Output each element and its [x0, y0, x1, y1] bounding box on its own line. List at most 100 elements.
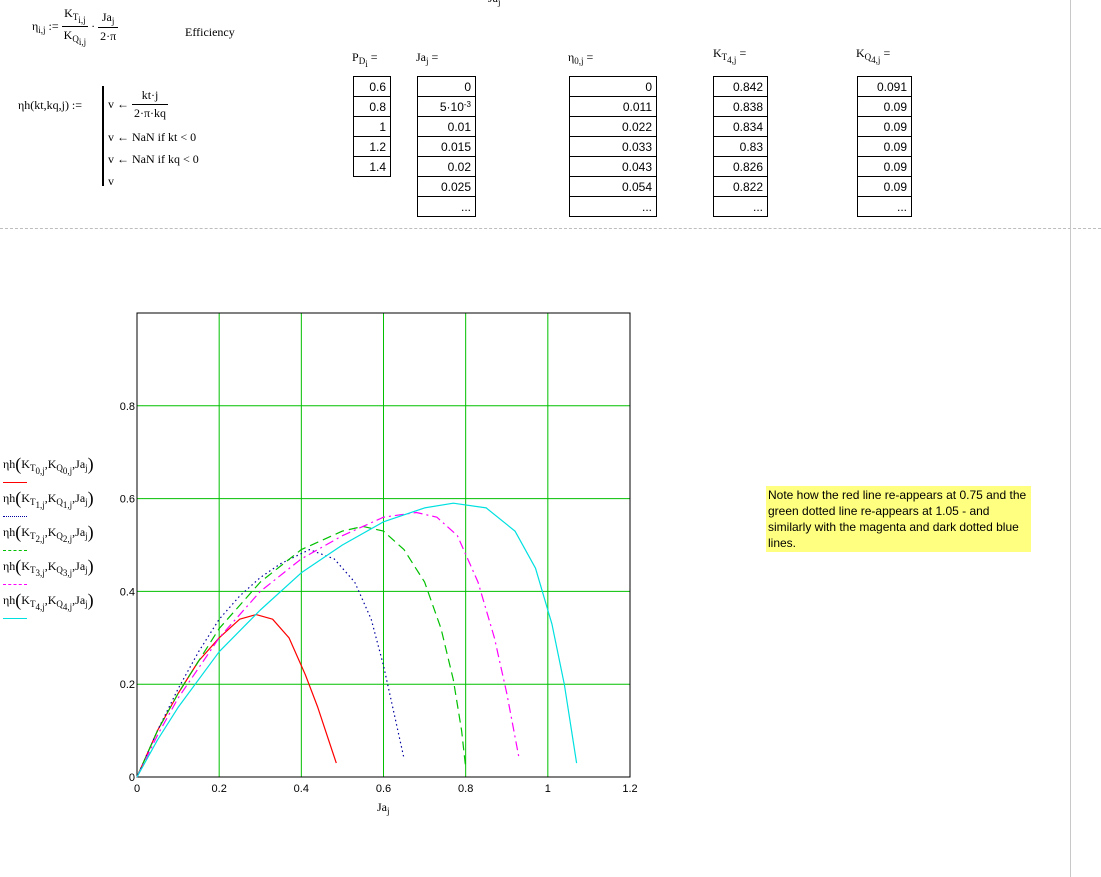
- eta-h-line-1: v ← kt·j 2·π·kq: [108, 88, 169, 120]
- table-row: 0.09: [857, 96, 912, 117]
- table-cell: 1: [353, 116, 391, 137]
- table-cell: 1.4: [353, 156, 391, 177]
- table-row: 0.091: [857, 76, 912, 97]
- legend-entry-0[interactable]: ηh(KT0,j,KQ0,j,Jaj): [3, 454, 94, 476]
- table-cell: 0.09: [857, 96, 912, 117]
- pd-table[interactable]: 0.6 0.8 1 1.2 1.4: [353, 76, 391, 177]
- table-row: 0.02: [417, 156, 476, 177]
- table-cell: 0.015: [417, 136, 476, 157]
- x-tick-label: 1.2: [622, 783, 637, 795]
- table-row: 0.842: [713, 76, 768, 97]
- table-cell: 0: [417, 76, 476, 97]
- table-row: 0: [417, 76, 476, 97]
- table-row: 0.09: [857, 136, 912, 157]
- kq-header: KQ4,j =: [856, 46, 891, 65]
- table-row: 0.033: [569, 136, 657, 157]
- table-cell: ...: [713, 196, 768, 217]
- table-cell: 0.09: [857, 176, 912, 197]
- table-row: 0.8: [353, 96, 391, 117]
- y-tick-label: 0.8: [120, 401, 135, 413]
- top-cut-label: Jaj: [488, 0, 501, 7]
- table-cell: 0.826: [713, 156, 768, 177]
- table-row: 1: [353, 116, 391, 137]
- table-row: 0.834: [713, 116, 768, 137]
- table-row: 5·10-3: [417, 96, 476, 117]
- table-cell: 5·10-3: [417, 96, 476, 117]
- legend-swatch-0: [3, 482, 27, 483]
- y-tick-label: 0.2: [120, 679, 135, 691]
- legend-entry-1[interactable]: ηh(KT1,j,KQ1,j,Jaj): [3, 488, 94, 510]
- table-cell: 0.838: [713, 96, 768, 117]
- y-tick-label: 0: [129, 772, 135, 784]
- series-line-0: [136, 614, 337, 778]
- y-tick-label: 0.4: [120, 586, 135, 598]
- series-line-4: [136, 502, 578, 778]
- table-cell: 1.2: [353, 136, 391, 157]
- table-cell: 0.011: [569, 96, 657, 117]
- table-row: 0.054: [569, 176, 657, 197]
- table-cell: 0.09: [857, 116, 912, 137]
- table-row: 0.025: [417, 176, 476, 197]
- table-row: 0.838: [713, 96, 768, 117]
- kt-table[interactable]: 0.842 0.838 0.834 0.83 0.826 0.822 ...: [713, 76, 768, 217]
- table-row: 0.015: [417, 136, 476, 157]
- table-cell: 0.8: [353, 96, 391, 117]
- legend-swatch-1: [3, 516, 27, 517]
- ja-header: Jaj =: [416, 50, 439, 66]
- table-cell: 0.025: [417, 176, 476, 197]
- note-annotation: Note how the red line re-appears at 0.75…: [766, 486, 1031, 552]
- table-row: 0.09: [857, 156, 912, 177]
- ja-table[interactable]: 0 5·10-3 0.01 0.015 0.02 0.025 ...: [417, 76, 476, 217]
- table-row: 0.09: [857, 116, 912, 137]
- table-cell: 0.043: [569, 156, 657, 177]
- table-row: 0.822: [713, 176, 768, 197]
- table-cell: 0.834: [713, 116, 768, 137]
- table-cell: 0.022: [569, 116, 657, 137]
- table-cell: 0.842: [713, 76, 768, 97]
- table-row: 0.01: [417, 116, 476, 137]
- table-cell: 0.09: [857, 136, 912, 157]
- table-cell: 0.09: [857, 156, 912, 177]
- table-cell: 0: [569, 76, 657, 97]
- chart-grid: [137, 313, 630, 777]
- table-cell: ...: [417, 196, 476, 217]
- table-cell: 0.054: [569, 176, 657, 197]
- efficiency-definition[interactable]: ηi,j := KTi,j KQi,j · Jaj 2·π: [32, 6, 119, 47]
- table-cell: 0.6: [353, 76, 391, 97]
- legend-swatch-2: [3, 550, 27, 551]
- table-row: ...: [713, 196, 768, 217]
- table-cell: ...: [857, 196, 912, 217]
- legend-entry-4[interactable]: ηh(KT4,j,KQ4,j,Jaj): [3, 590, 94, 612]
- x-tick-label: 0: [134, 783, 140, 795]
- legend-entry-3[interactable]: ηh(KT3,j,KQ3,j,Jaj): [3, 556, 94, 578]
- table-row: 0.011: [569, 96, 657, 117]
- x-tick-label: 1: [545, 783, 551, 795]
- x-tick-labels: 0 0.2 0.4 0.6 0.8 1 1.2: [134, 783, 638, 795]
- eta-h-function-lhs[interactable]: ηh(kt,kq,j) :=: [18, 98, 82, 113]
- x-tick-label: 0.6: [376, 783, 391, 795]
- eta-h-line-2: v ← NaN if kt < 0: [108, 130, 197, 144]
- program-bar: [102, 86, 104, 186]
- legend-swatch-4: [3, 618, 27, 619]
- legend-swatch-3: [3, 584, 27, 585]
- table-cell: 0.02: [417, 156, 476, 177]
- table-row: ...: [417, 196, 476, 217]
- legend-entry-2[interactable]: ηh(KT2,j,KQ2,j,Jaj): [3, 522, 94, 544]
- y-tick-labels: 0 0.2 0.4 0.6 0.8: [120, 401, 135, 784]
- table-row: 0: [569, 76, 657, 97]
- kq-table[interactable]: 0.091 0.09 0.09 0.09 0.09 0.09 ...: [857, 76, 912, 217]
- table-cell: 0.822: [713, 176, 768, 197]
- region-separator: [0, 228, 1101, 229]
- x-tick-label: 0.4: [294, 783, 309, 795]
- table-row: ...: [857, 196, 912, 217]
- x-tick-label: 0.8: [458, 783, 473, 795]
- table-row: 1.4: [353, 156, 391, 177]
- eta-table[interactable]: 0 0.011 0.022 0.033 0.043 0.054 ...: [569, 76, 657, 217]
- efficiency-chart[interactable]: 0 0.2 0.4 0.6 0.8 1 1.2 0 0.2 0.4 0.6 0.8: [0, 300, 660, 830]
- kt-header: KT4,j =: [713, 46, 747, 65]
- table-cell: 0.091: [857, 76, 912, 97]
- table-row: 0.826: [713, 156, 768, 177]
- table-row: 0.6: [353, 76, 391, 97]
- table-cell: 0.83: [713, 136, 768, 157]
- efficiency-label: Efficiency: [185, 25, 235, 39]
